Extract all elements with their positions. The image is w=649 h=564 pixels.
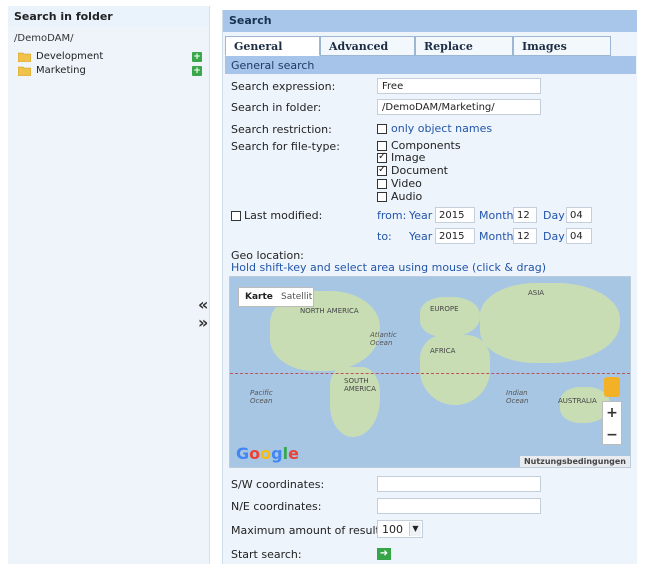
filetype-image-checkbox[interactable] [377, 151, 387, 163]
filetype-document-label: Document [391, 164, 448, 177]
map-label-south-america: SOUTH AMERICA [344, 377, 376, 393]
search-folder-input[interactable]: /DemoDAM/Marketing/ [377, 99, 541, 115]
max-results-label: Maximum amount of results: [231, 524, 390, 537]
map-label-indian: Indian Ocean [506, 389, 529, 405]
filetype-label: Search for file-type: [231, 140, 340, 153]
from-day-input[interactable]: 04 [566, 207, 592, 223]
collapse-left-icon[interactable]: « [198, 296, 216, 314]
from-month-label: Month [479, 209, 514, 222]
map-label-australia: AUSTRALIA [558, 397, 597, 405]
start-search-arrow-icon[interactable]: ➜ [377, 548, 391, 560]
map-land-europe [420, 297, 480, 337]
filetype-video-label: Video [391, 177, 422, 190]
tree-item-marketing[interactable]: Marketing + [14, 64, 209, 78]
search-panel: Search General Advanced Replace Images G… [222, 10, 637, 564]
section-heading: General search [225, 56, 636, 74]
sw-coordinates-input[interactable] [377, 476, 541, 492]
tree-item-label: Development [36, 51, 104, 62]
chevron-down-icon[interactable]: ▼ [409, 522, 421, 536]
filetype-document-checkbox[interactable] [377, 164, 387, 176]
from-day-label: Day [543, 209, 565, 222]
map-label-north-america: NORTH AMERICA [300, 307, 359, 315]
map-terms-link[interactable]: Nutzungsbedingungen [519, 456, 630, 467]
map-label-asia: ASIA [528, 289, 545, 297]
from-year-label: Year [409, 209, 433, 222]
last-modified-checkbox[interactable] [231, 211, 241, 221]
start-search-label: Start search: [231, 548, 302, 561]
filetype-image-label: Image [391, 151, 426, 164]
to-label: to: [377, 230, 392, 243]
map-zoom-control: + − [602, 401, 622, 445]
folder-icon [18, 52, 31, 62]
restriction-checkbox[interactable] [377, 124, 387, 134]
sw-coordinates-label: S/W coordinates: [231, 478, 325, 491]
search-panel-title: Search [223, 10, 637, 32]
folder-panel: Search in folder /DemoDAM/ Development +… [8, 6, 210, 564]
map-label-atlantic: Atlantic Ocean [370, 331, 397, 347]
expand-right-icon[interactable]: » [198, 314, 216, 332]
to-year-input[interactable]: 2015 [435, 228, 475, 244]
map-equator-line [230, 373, 630, 374]
restriction-label: Search restriction: [231, 123, 332, 136]
to-month-input[interactable]: 12 [513, 228, 537, 244]
from-month-input[interactable]: 12 [513, 207, 537, 223]
search-expression-input[interactable]: Free [377, 78, 541, 94]
map-land-asia [480, 283, 620, 363]
panel-toggle[interactable]: « » [198, 296, 216, 332]
tab-general[interactable]: General [225, 36, 320, 56]
from-label: from: [377, 209, 407, 222]
last-modified-label: Last modified: [244, 209, 323, 222]
folder-path: /DemoDAM/ [14, 33, 74, 44]
filetype-video-checkbox[interactable] [377, 179, 387, 189]
geo-map[interactable]: NORTH AMERICA EUROPE ASIA AFRICA SOUTH A… [229, 276, 631, 468]
filetype-audio-label: Audio [391, 190, 423, 203]
tree-item-label: Marketing [36, 65, 86, 76]
to-day-label: Day [543, 230, 565, 243]
street-view-pegman-icon[interactable] [604, 377, 620, 397]
map-land-africa [420, 335, 490, 405]
geo-hint: Hold shift-key and select area using mou… [231, 261, 546, 274]
to-month-label: Month [479, 230, 514, 243]
map-type-satellit[interactable]: Satellit [281, 292, 312, 302]
max-results-value: 100 [382, 523, 403, 536]
ne-coordinates-input[interactable] [377, 498, 541, 514]
filetype-audio-checkbox[interactable] [377, 192, 387, 202]
map-label-europe: EUROPE [430, 305, 459, 313]
filetype-components-checkbox[interactable] [377, 141, 387, 151]
folder-panel-title: Search in folder [8, 6, 209, 27]
google-logo: Google [236, 444, 299, 463]
max-results-select[interactable]: 100 ▼ [377, 520, 423, 538]
folder-icon [18, 66, 31, 76]
map-type-karte[interactable]: Karte [245, 292, 273, 302]
to-year-label: Year [409, 230, 433, 243]
zoom-out-button[interactable]: − [603, 424, 621, 446]
expand-plus-icon[interactable]: + [192, 52, 202, 62]
tab-images[interactable]: Images [513, 36, 611, 56]
zoom-in-button[interactable]: + [603, 402, 621, 424]
search-expression-label: Search expression: [231, 80, 336, 93]
to-day-input[interactable]: 04 [566, 228, 592, 244]
search-folder-label: Search in folder: [231, 101, 322, 114]
expand-plus-icon[interactable]: + [192, 66, 202, 76]
map-label-pacific: Pacific Ocean [250, 389, 273, 405]
restriction-option-label: only object names [391, 122, 493, 135]
map-label-africa: AFRICA [430, 347, 456, 355]
from-year-input[interactable]: 2015 [435, 207, 475, 223]
tab-replace[interactable]: Replace [415, 36, 513, 56]
map-type-control: Karte Satellit [238, 287, 314, 307]
tree-item-development[interactable]: Development + [14, 50, 209, 64]
ne-coordinates-label: N/E coordinates: [231, 500, 322, 513]
tab-advanced[interactable]: Advanced [320, 36, 415, 56]
